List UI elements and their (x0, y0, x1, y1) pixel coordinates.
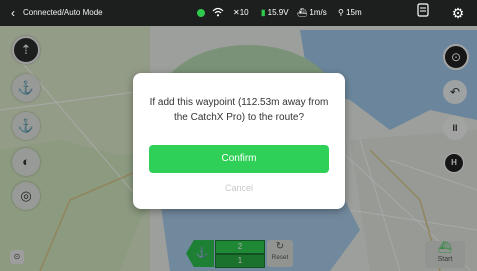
status-dot (197, 9, 205, 17)
dialog-message: If add this waypoint (112.53m away from … (149, 97, 329, 123)
add-waypoint-dialog: If add this waypoint (112.53m away from … (133, 73, 345, 209)
speed-readout: ⛴ 1m/s (297, 8, 327, 17)
back-icon[interactable]: ‹ (6, 0, 20, 26)
waypoints-icon[interactable] (413, 3, 433, 23)
cancel-button[interactable]: Cancel (149, 178, 329, 198)
distance-readout: ⚲ 15m (338, 8, 362, 17)
wifi-icon (212, 0, 224, 26)
confirm-button[interactable]: Confirm (149, 145, 329, 173)
battery-icon: ▮ (261, 8, 266, 17)
gear-icon[interactable]: ⚙ (448, 3, 468, 23)
satellite-count: ✕10 (233, 8, 249, 17)
battery-status: ▮ 15.9V (261, 0, 289, 26)
top-status-bar: ‹ Connected/Auto Mode ✕10 ▮ 15.9V ⛴ 1m/s… (0, 0, 477, 26)
battery-voltage: 15.9V (267, 8, 289, 17)
connection-mode-label: Connected/Auto Mode (23, 8, 103, 17)
app-screen: ‹ Connected/Auto Mode ✕10 ▮ 15.9V ⛴ 1m/s… (0, 0, 477, 271)
